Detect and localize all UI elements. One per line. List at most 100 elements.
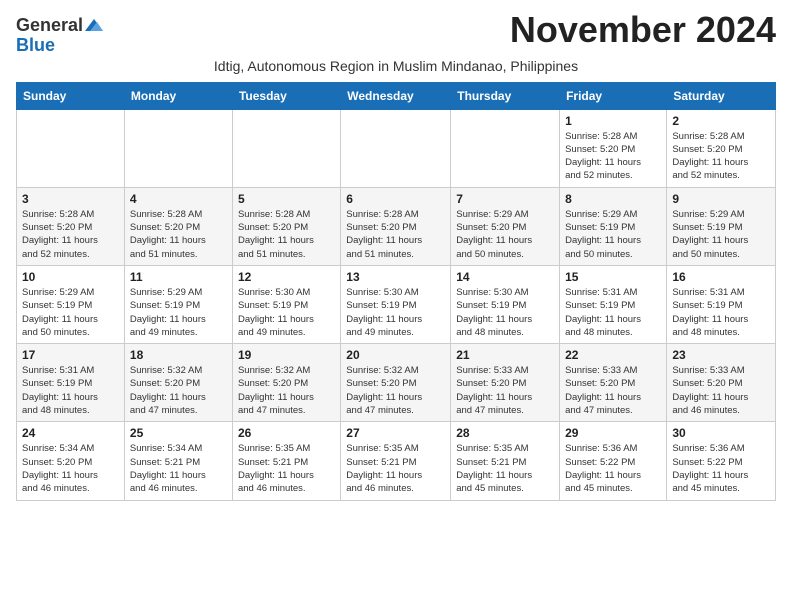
logo-general-text: General [16, 16, 83, 36]
day-info: Sunrise: 5:36 AM Sunset: 5:22 PM Dayligh… [565, 442, 661, 495]
calendar-cell: 1 Sunrise: 5:28 AM Sunset: 5:20 PM Daylig… [560, 109, 667, 187]
logo: General Blue [16, 10, 103, 56]
day-info: Sunrise: 5:29 AM Sunset: 5:19 PM Dayligh… [130, 286, 227, 339]
header-day-tuesday: Tuesday [232, 82, 340, 109]
day-info: Sunrise: 5:29 AM Sunset: 5:19 PM Dayligh… [565, 208, 661, 261]
calendar-cell: 27 Sunrise: 5:35 AM Sunset: 5:21 PM Dayli… [341, 422, 451, 500]
subtitle: Idtig, Autonomous Region in Muslim Minda… [16, 58, 776, 74]
day-info: Sunrise: 5:30 AM Sunset: 5:19 PM Dayligh… [238, 286, 335, 339]
calendar-week-row: 3 Sunrise: 5:28 AM Sunset: 5:20 PM Daylig… [17, 187, 776, 265]
day-number: 19 [238, 348, 335, 362]
day-info: Sunrise: 5:33 AM Sunset: 5:20 PM Dayligh… [565, 364, 661, 417]
header-day-friday: Friday [560, 82, 667, 109]
calendar-table: SundayMondayTuesdayWednesdayThursdayFrid… [16, 82, 776, 501]
calendar-cell: 8 Sunrise: 5:29 AM Sunset: 5:19 PM Daylig… [560, 187, 667, 265]
calendar-cell: 15 Sunrise: 5:31 AM Sunset: 5:19 PM Dayli… [560, 265, 667, 343]
day-number: 21 [456, 348, 554, 362]
day-number: 16 [672, 270, 770, 284]
calendar-header-row: SundayMondayTuesdayWednesdayThursdayFrid… [17, 82, 776, 109]
day-number: 2 [672, 114, 770, 128]
logo-icon [85, 17, 103, 33]
calendar-cell: 12 Sunrise: 5:30 AM Sunset: 5:19 PM Dayli… [232, 265, 340, 343]
header-day-thursday: Thursday [451, 82, 560, 109]
calendar-week-row: 17 Sunrise: 5:31 AM Sunset: 5:19 PM Dayli… [17, 344, 776, 422]
header-day-sunday: Sunday [17, 82, 125, 109]
calendar-week-row: 24 Sunrise: 5:34 AM Sunset: 5:20 PM Dayli… [17, 422, 776, 500]
day-info: Sunrise: 5:35 AM Sunset: 5:21 PM Dayligh… [346, 442, 445, 495]
day-number: 18 [130, 348, 227, 362]
calendar-cell: 26Sunrise: 5:35 AM Sunset: 5:21 PM Dayli… [232, 422, 340, 500]
day-number: 1 [565, 114, 661, 128]
day-number: 9 [672, 192, 770, 206]
calendar-cell: 23 Sunrise: 5:33 AM Sunset: 5:20 PM Dayli… [667, 344, 776, 422]
day-info: Sunrise: 5:29 AM Sunset: 5:19 PM Dayligh… [22, 286, 119, 339]
calendar-cell: 9 Sunrise: 5:29 AM Sunset: 5:19 PM Daylig… [667, 187, 776, 265]
header-day-monday: Monday [124, 82, 232, 109]
calendar-cell [451, 109, 560, 187]
calendar-cell: 10Sunrise: 5:29 AM Sunset: 5:19 PM Dayli… [17, 265, 125, 343]
calendar-cell: 2 Sunrise: 5:28 AM Sunset: 5:20 PM Daylig… [667, 109, 776, 187]
calendar-cell: 29 Sunrise: 5:36 AM Sunset: 5:22 PM Dayli… [560, 422, 667, 500]
calendar-cell: 17 Sunrise: 5:31 AM Sunset: 5:19 PM Dayli… [17, 344, 125, 422]
calendar-cell: 20Sunrise: 5:32 AM Sunset: 5:20 PM Dayli… [341, 344, 451, 422]
calendar-cell: 11Sunrise: 5:29 AM Sunset: 5:19 PM Dayli… [124, 265, 232, 343]
calendar-cell: 19 Sunrise: 5:32 AM Sunset: 5:20 PM Dayli… [232, 344, 340, 422]
day-info: Sunrise: 5:32 AM Sunset: 5:20 PM Dayligh… [130, 364, 227, 417]
month-title: November 2024 [510, 10, 776, 50]
day-info: Sunrise: 5:31 AM Sunset: 5:19 PM Dayligh… [22, 364, 119, 417]
day-number: 5 [238, 192, 335, 206]
day-info: Sunrise: 5:35 AM Sunset: 5:21 PM Dayligh… [238, 442, 335, 495]
calendar-cell: 3 Sunrise: 5:28 AM Sunset: 5:20 PM Daylig… [17, 187, 125, 265]
calendar-cell [341, 109, 451, 187]
day-number: 13 [346, 270, 445, 284]
day-number: 23 [672, 348, 770, 362]
day-number: 8 [565, 192, 661, 206]
day-info: Sunrise: 5:30 AM Sunset: 5:19 PM Dayligh… [346, 286, 445, 339]
calendar-cell: 22 Sunrise: 5:33 AM Sunset: 5:20 PM Dayli… [560, 344, 667, 422]
day-number: 20 [346, 348, 445, 362]
day-info: Sunrise: 5:28 AM Sunset: 5:20 PM Dayligh… [22, 208, 119, 261]
day-number: 22 [565, 348, 661, 362]
calendar-cell [124, 109, 232, 187]
day-info: Sunrise: 5:28 AM Sunset: 5:20 PM Dayligh… [238, 208, 335, 261]
logo-blue-text: Blue [16, 36, 55, 56]
calendar-cell: 6Sunrise: 5:28 AM Sunset: 5:20 PM Daylig… [341, 187, 451, 265]
calendar-cell: 5 Sunrise: 5:28 AM Sunset: 5:20 PM Daylig… [232, 187, 340, 265]
calendar-cell: 14Sunrise: 5:30 AM Sunset: 5:19 PM Dayli… [451, 265, 560, 343]
day-info: Sunrise: 5:29 AM Sunset: 5:19 PM Dayligh… [672, 208, 770, 261]
day-info: Sunrise: 5:36 AM Sunset: 5:22 PM Dayligh… [672, 442, 770, 495]
day-number: 12 [238, 270, 335, 284]
day-number: 7 [456, 192, 554, 206]
calendar-cell: 13 Sunrise: 5:30 AM Sunset: 5:19 PM Dayli… [341, 265, 451, 343]
header-day-wednesday: Wednesday [341, 82, 451, 109]
day-info: Sunrise: 5:32 AM Sunset: 5:20 PM Dayligh… [238, 364, 335, 417]
day-number: 25 [130, 426, 227, 440]
calendar-week-row: 1 Sunrise: 5:28 AM Sunset: 5:20 PM Daylig… [17, 109, 776, 187]
day-info: Sunrise: 5:28 AM Sunset: 5:20 PM Dayligh… [672, 130, 770, 183]
day-number: 4 [130, 192, 227, 206]
day-number: 3 [22, 192, 119, 206]
day-number: 6 [346, 192, 445, 206]
day-number: 29 [565, 426, 661, 440]
day-info: Sunrise: 5:33 AM Sunset: 5:20 PM Dayligh… [672, 364, 770, 417]
day-number: 17 [22, 348, 119, 362]
day-number: 27 [346, 426, 445, 440]
day-info: Sunrise: 5:35 AM Sunset: 5:21 PM Dayligh… [456, 442, 554, 495]
calendar-week-row: 10Sunrise: 5:29 AM Sunset: 5:19 PM Dayli… [17, 265, 776, 343]
header: General Blue November 2024 [16, 10, 776, 56]
calendar-cell: 21 Sunrise: 5:33 AM Sunset: 5:20 PM Dayli… [451, 344, 560, 422]
day-info: Sunrise: 5:29 AM Sunset: 5:20 PM Dayligh… [456, 208, 554, 261]
day-number: 15 [565, 270, 661, 284]
calendar-cell [232, 109, 340, 187]
calendar-cell: 28 Sunrise: 5:35 AM Sunset: 5:21 PM Dayli… [451, 422, 560, 500]
day-info: Sunrise: 5:31 AM Sunset: 5:19 PM Dayligh… [565, 286, 661, 339]
day-info: Sunrise: 5:30 AM Sunset: 5:19 PM Dayligh… [456, 286, 554, 339]
header-day-saturday: Saturday [667, 82, 776, 109]
calendar-cell: 4Sunrise: 5:28 AM Sunset: 5:20 PM Daylig… [124, 187, 232, 265]
day-number: 24 [22, 426, 119, 440]
day-number: 28 [456, 426, 554, 440]
day-info: Sunrise: 5:34 AM Sunset: 5:20 PM Dayligh… [22, 442, 119, 495]
calendar-cell: 25Sunrise: 5:34 AM Sunset: 5:21 PM Dayli… [124, 422, 232, 500]
day-info: Sunrise: 5:28 AM Sunset: 5:20 PM Dayligh… [565, 130, 661, 183]
day-info: Sunrise: 5:33 AM Sunset: 5:20 PM Dayligh… [456, 364, 554, 417]
